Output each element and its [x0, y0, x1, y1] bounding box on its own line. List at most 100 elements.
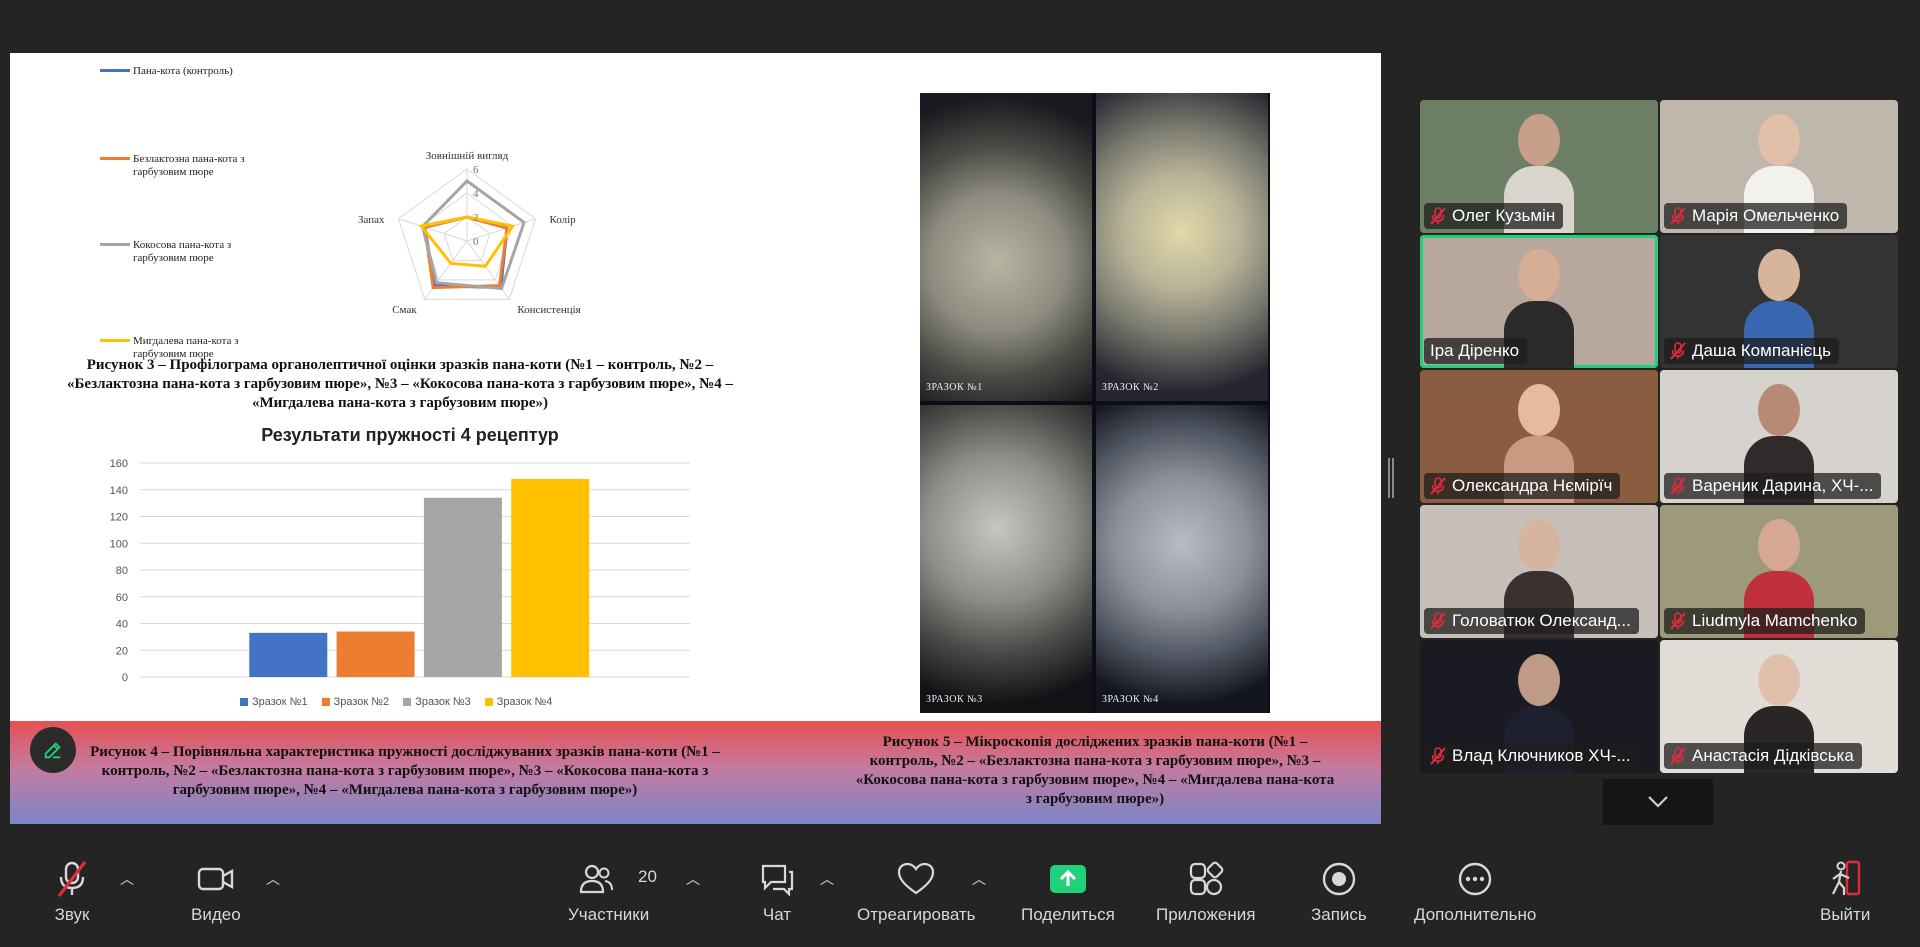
legend-label: Безлактозна пана-кота з гарбузовим пюре: [133, 153, 245, 178]
audio-button[interactable]: Звук: [50, 857, 94, 925]
react-options-caret[interactable]: ︿: [972, 869, 986, 889]
figure-5-caption: Рисунок 5 – Мікроскопія досліджених зраз…: [810, 733, 1380, 809]
participant-name: Анастасія Дідківська: [1692, 746, 1854, 765]
participant-name-tag: Іра Діренко: [1424, 338, 1528, 364]
audio-options-caret[interactable]: ︿: [120, 869, 134, 889]
participant-face: [1518, 384, 1560, 436]
participant-name-tag: Марія Омельченко: [1664, 203, 1848, 229]
caption-line: контроль, №2 – «Безлактозна пана-кота з …: [101, 763, 709, 779]
apps-icon: [1189, 861, 1224, 896]
bar-legend: Зразок №1 Зразок №2 Зразок №3 Зразок №4: [240, 696, 552, 708]
bar-legend-item: Зразок №2: [321, 696, 389, 708]
participants-count-badge: 20: [638, 867, 657, 886]
bar-y-tick-label: 100: [110, 538, 128, 550]
participant-name: Іра Діренко: [1430, 341, 1520, 360]
chat-button[interactable]: Чат: [755, 857, 799, 925]
chat-options-caret[interactable]: ︿: [820, 869, 834, 889]
more-label: Дополнительно: [1414, 905, 1537, 924]
participants-options-caret[interactable]: ︿: [686, 869, 700, 889]
gallery-scroll-down-button[interactable]: [1603, 779, 1713, 825]
camera-icon: [197, 867, 234, 891]
more-button[interactable]: Дополнительно: [1414, 857, 1536, 925]
share-screen-icon: [1049, 865, 1086, 893]
participant-name: Liudmyla Mamchenko: [1692, 611, 1858, 630]
bar-chart: 0 20 40 60 80 100 120 140 160: [110, 458, 690, 684]
video-button[interactable]: Видео: [191, 857, 241, 925]
radar-chart: 6 4 2 0 Зовнішній вигляд Колір Консистенція Сма…: [358, 150, 581, 316]
video-options-caret[interactable]: ︿: [266, 869, 280, 889]
pencil-icon: [44, 742, 61, 759]
share-label: Поделиться: [1021, 905, 1115, 924]
legend-swatch: [100, 243, 130, 246]
video-label: Видео: [191, 905, 241, 924]
radar-spoke: [398, 218, 468, 242]
radar-tick-label: 4: [473, 188, 479, 200]
participant-tile[interactable]: Вареник Дарина, ХЧ-...: [1660, 370, 1898, 503]
radar-axis-label: Зовнішній вигляд: [426, 150, 509, 162]
caption-line: Рисунок 3 – Профілограма органолептичної…: [86, 357, 714, 373]
microscopy-photo: ЗРАЗОК №4: [1096, 405, 1268, 713]
bar-y-tick-label: 60: [116, 592, 128, 604]
leave-icon: [1832, 860, 1861, 896]
participant-tile[interactable]: Марія Омельченко: [1660, 100, 1898, 233]
radar-tick-label: 0: [473, 236, 479, 248]
participant-tile[interactable]: Анастасія Дідківська: [1660, 640, 1898, 773]
legend-swatch: [100, 69, 130, 72]
participant-tile[interactable]: Влад Ключников ХЧ-...: [1420, 640, 1658, 773]
shared-slide: Пана-кота (контроль) Безлактозна пана-ко…: [10, 53, 1381, 824]
more-dots-icon: [1458, 862, 1492, 896]
participant-name: Вареник Дарина, ХЧ-...: [1692, 476, 1874, 495]
legend-swatch: [403, 698, 412, 706]
participant-gallery: Олег Кузьмін Марія Омельченко Іра Діренко Д…: [1420, 100, 1900, 775]
radar-tick-label: 6: [473, 164, 479, 176]
apps-button[interactable]: Приложения: [1156, 857, 1255, 925]
react-button[interactable]: Отреагировать: [857, 857, 976, 925]
bar: [336, 631, 415, 677]
participant-name-tag: Анастасія Дідківська: [1664, 743, 1862, 769]
panel-splitter-handle[interactable]: [1388, 458, 1394, 498]
caption-line: контроль, №2 – «Безлактозна пана-кота з …: [869, 753, 1321, 769]
participant-name: Влад Ключников ХЧ-...: [1452, 746, 1631, 765]
leave-meeting-button[interactable]: Выйти: [1820, 857, 1870, 925]
bar-y-tick-label: 140: [110, 485, 128, 497]
react-label: Отреагировать: [857, 905, 976, 924]
heart-icon: [898, 862, 935, 895]
legend-swatch: [240, 698, 248, 706]
caption-line: з гарбузовим пюре»): [1025, 791, 1165, 807]
share-screen-button[interactable]: Поделиться: [1021, 857, 1115, 925]
microscopy-photo: ЗРАЗОК №3: [920, 405, 1092, 713]
photo-label: ЗРАЗОК №2: [1102, 382, 1159, 393]
participant-face: [1518, 519, 1560, 571]
participant-name-tag: Головатюк Олександ...: [1424, 608, 1639, 634]
legend-label: Кокосова пана-кота з гарбузовим пюре: [133, 239, 232, 264]
bar: [511, 479, 590, 677]
participant-name: Головатюк Олександ...: [1452, 611, 1631, 630]
participants-label: Участники: [568, 905, 650, 924]
caption-line: Рисунок 4 – Порівняльна характеристика п…: [90, 744, 720, 760]
chevron-down-icon: [1648, 796, 1668, 808]
participant-tile[interactable]: Олександра Нємірїч: [1420, 370, 1658, 503]
annotate-button[interactable]: [30, 727, 76, 773]
participant-face: [1758, 249, 1800, 301]
record-button[interactable]: Запись: [1311, 857, 1367, 925]
radar-axis-label: Запах: [358, 214, 385, 226]
microscopy-photo: ЗРАЗОК №1: [920, 93, 1092, 401]
legend-label: Зразок №3: [415, 696, 471, 708]
muted-mic-icon: [57, 861, 87, 897]
participant-tile[interactable]: Іра Діренко: [1420, 235, 1658, 368]
participant-tile[interactable]: Олег Кузьмін: [1420, 100, 1658, 233]
muted-mic-icon: [1670, 477, 1686, 495]
participant-tile[interactable]: Даша Компанієць: [1660, 235, 1898, 368]
participant-tile[interactable]: Головатюк Олександ...: [1420, 505, 1658, 638]
participant-name: Марія Омельченко: [1692, 206, 1840, 225]
bar-chart-title: Результати пружності 4 рецептур: [261, 425, 559, 445]
legend-swatch: [321, 698, 330, 706]
muted-mic-icon: [1430, 477, 1446, 495]
participant-face: [1758, 519, 1800, 571]
caption-line: «Мигдалева пана-кота з гарбузовим пюре»): [251, 395, 549, 411]
bar-legend-item: Зразок №1: [240, 696, 308, 708]
caption-line: «Безлактозна пана-кота з гарбузовим пюре…: [67, 376, 733, 392]
figure-3-caption: Рисунок 3 – Профілограма органолептичної…: [10, 356, 790, 413]
radar-axis-label: Консистенція: [517, 304, 580, 316]
participant-tile[interactable]: Liudmyla Mamchenko: [1660, 505, 1898, 638]
